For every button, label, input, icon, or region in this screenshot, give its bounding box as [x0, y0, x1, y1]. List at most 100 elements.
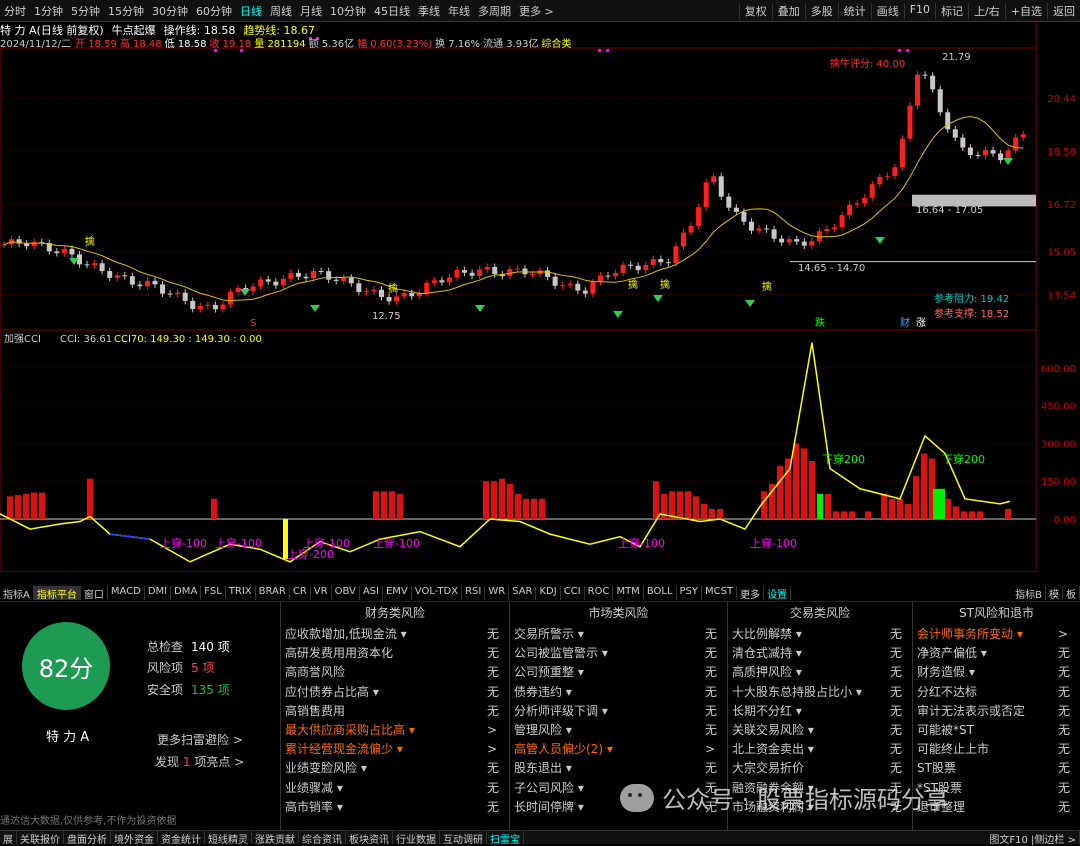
indicator-tab-20[interactable]: ROC [585, 586, 614, 600]
period-4[interactable]: 30分钟 [148, 3, 192, 19]
indicator-tab-2[interactable]: 窗口 [81, 586, 108, 601]
risk-item[interactable]: 高研发费用用资本化 无 [281, 643, 509, 662]
status-tab-1[interactable]: 关联报价 [17, 831, 64, 846]
risk-item[interactable]: 高质押风险 ▾ 无 [728, 662, 912, 681]
status-tab-10[interactable]: 互动调研 [440, 831, 487, 846]
toolbar-btn-9[interactable]: 返回 [1047, 2, 1080, 19]
indicator-tab-6[interactable]: FSL [201, 586, 226, 600]
indicator-tab-3[interactable]: MACD [108, 586, 145, 600]
period-14[interactable]: 更多 > [515, 3, 558, 19]
risk-item[interactable]: 分析师评级下调 ▾ 无 [510, 701, 727, 720]
period-8[interactable]: 月线 [296, 3, 326, 19]
risk-item[interactable]: 高销售费用 无 [281, 701, 509, 720]
risk-item[interactable]: 可能被*ST 无 [913, 720, 1080, 739]
toolbar-btn-7[interactable]: 上/右 [968, 2, 1005, 19]
period-9[interactable]: 10分钟 [326, 3, 370, 19]
status-tab-8[interactable]: 板块资讯 [346, 831, 393, 846]
risk-item[interactable]: 可能终止上市 无 [913, 739, 1080, 758]
period-1[interactable]: 1分钟 [30, 3, 67, 19]
indicator-tab-8[interactable]: BRAR [256, 586, 290, 600]
indicator-tab-7[interactable]: TRIX [226, 586, 256, 600]
risk-item[interactable]: 关联交易风险 ▾ 无 [728, 720, 912, 739]
risk-item[interactable]: 高市销率 ▾ 无 [281, 797, 509, 816]
status-tab-2[interactable]: 盘面分析 [64, 831, 111, 846]
indicator-tab-4[interactable]: DMI [145, 586, 172, 600]
toolbar-btn-0[interactable]: 复权 [738, 2, 772, 19]
period-13[interactable]: 多周期 [474, 3, 515, 19]
indicator-tab-19[interactable]: CCI [561, 586, 585, 600]
risk-item[interactable]: 公司被监管警示 ▾ 无 [510, 643, 727, 662]
risk-item[interactable]: 债券违约 ▾ 无 [510, 682, 727, 701]
indicator-tab-25[interactable]: 更多 [737, 586, 765, 601]
risk-item[interactable]: 长期不分红 ▾ 无 [728, 701, 912, 720]
risk-item[interactable]: 高管人员偏少(2) ▾ > [510, 739, 727, 758]
risk-item[interactable]: 十大股东总持股占比小 ▾ 无 [728, 682, 912, 701]
indicator-tab-9[interactable]: CR [290, 586, 311, 600]
indicator-tab-21[interactable]: MTM [613, 586, 644, 600]
risk-item[interactable]: 净资产偏低 ▾ 无 [913, 643, 1080, 662]
indicator-tab-23[interactable]: PSY [677, 586, 703, 600]
toolbar-btn-2[interactable]: 多股 [804, 2, 838, 19]
risk-item[interactable]: 公司预重整 ▾ 无 [510, 662, 727, 681]
status-tab-5[interactable]: 短线精灵 [205, 831, 252, 846]
status-tab-0[interactable]: 展 [0, 831, 17, 846]
more-scan-link[interactable]: 更多扫雷避险 > [157, 731, 243, 748]
indicator-tab-16[interactable]: WR [485, 586, 510, 600]
risk-item[interactable]: 财务造假 ▾ 无 [913, 662, 1080, 681]
risk-item[interactable]: 交易所警示 ▾ 无 [510, 624, 727, 643]
indicator-tab-13[interactable]: EMV [383, 586, 412, 600]
status-right[interactable]: 图文F10 |侧边栏 > [986, 831, 1080, 846]
period-12[interactable]: 年线 [444, 3, 474, 19]
indicator-tab-5[interactable]: DMA [171, 586, 202, 600]
status-tab-7[interactable]: 综合资讯 [299, 831, 346, 846]
period-6[interactable]: 日线 [236, 3, 266, 19]
period-5[interactable]: 60分钟 [192, 3, 236, 19]
risk-item[interactable]: ST股票 无 [913, 758, 1080, 777]
period-2[interactable]: 5分钟 [67, 3, 104, 19]
indicator-tab-11[interactable]: OBV [332, 586, 360, 600]
period-7[interactable]: 周线 [266, 3, 296, 19]
risk-item[interactable]: 业绩骤减 ▾ 无 [281, 778, 509, 797]
risk-item[interactable]: 分红不达标 无 [913, 682, 1080, 701]
toolbar-btn-5[interactable]: F10 [903, 2, 935, 19]
period-10[interactable]: 45日线 [370, 3, 414, 19]
indicator-tab-18[interactable]: KDJ [536, 586, 561, 600]
toolbar-btn-1[interactable]: 叠加 [771, 2, 805, 19]
period-0[interactable]: 分时 [0, 3, 30, 19]
indicator-tab-10[interactable]: VR [311, 586, 332, 600]
risk-item[interactable]: 北上资金卖出 ▾ 无 [728, 739, 912, 758]
risk-item[interactable]: 最大供应商采购占比高 ▾ > [281, 720, 509, 739]
risk-item[interactable]: 管理风险 ▾ 无 [510, 720, 727, 739]
status-tab-3[interactable]: 境外资金 [111, 831, 158, 846]
toolbar-btn-3[interactable]: 统计 [837, 2, 871, 19]
indicator-tab-22[interactable]: BOLL [644, 586, 677, 600]
risk-item[interactable]: 高商誉风险 无 [281, 662, 509, 681]
indicator-tab-right-1[interactable]: 模 [1046, 586, 1063, 601]
indicator-tab-0[interactable]: 指标A [0, 586, 34, 601]
status-tab-9[interactable]: 行业数据 [393, 831, 440, 846]
indicator-tab-15[interactable]: RSI [462, 586, 486, 600]
indicator-tab-24[interactable]: MCST [702, 586, 738, 600]
risk-item[interactable]: 大宗交易折价 无 [728, 758, 912, 777]
risk-item[interactable]: 大比例解禁 ▾ 无 [728, 624, 912, 643]
status-tab-6[interactable]: 涨跌贡献 [252, 831, 299, 846]
indicator-tab-right-0[interactable]: 指标B [1012, 586, 1046, 601]
risk-item[interactable]: 会计师事务所变动 ▾ > [913, 624, 1080, 643]
risk-item[interactable]: 应收款增加,低现金流 ▾ 无 [281, 624, 509, 643]
status-tab-11[interactable]: 扫雷宝 [487, 831, 524, 846]
toolbar-btn-4[interactable]: 画线 [870, 2, 904, 19]
status-tab-4[interactable]: 资金统计 [158, 831, 205, 846]
indicator-tab-right-2[interactable]: 板 [1063, 586, 1080, 601]
risk-item[interactable]: 累计经营现金流偏少 ▾ > [281, 739, 509, 758]
indicator-tab-14[interactable]: VOL-TDX [412, 586, 463, 600]
risk-item[interactable]: 应付债券占比高 ▾ 无 [281, 682, 509, 701]
risk-item[interactable]: 业绩变脸风险 ▾ 无 [281, 758, 509, 777]
indicator-tab-17[interactable]: SAR [509, 586, 537, 600]
risk-item[interactable]: 清仓式减持 ▾ 无 [728, 643, 912, 662]
highlights-link[interactable]: 发现 1 项亮点 > [155, 753, 244, 770]
indicator-tab-26[interactable]: 设置 [764, 586, 792, 601]
indicator-tab-1[interactable]: 指标平台 [33, 586, 81, 601]
quote-sector[interactable]: 综合类 [542, 35, 572, 50]
toolbar-btn-8[interactable]: +自选 [1004, 2, 1047, 19]
toolbar-btn-6[interactable]: 标记 [935, 2, 968, 19]
